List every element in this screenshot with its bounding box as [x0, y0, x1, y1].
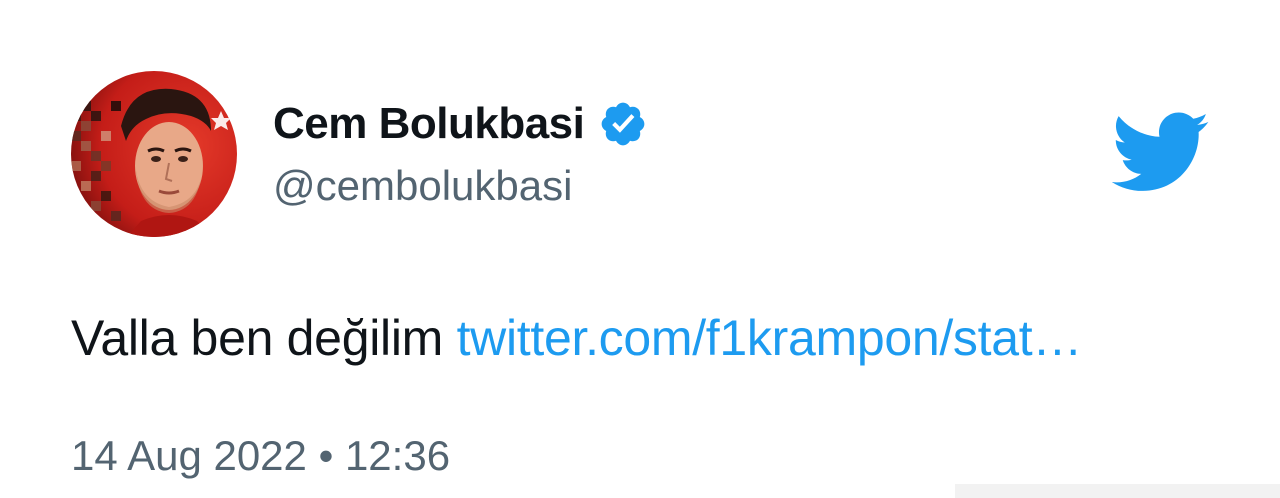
tweet-text: Valla ben değilim twitter.com/f1krampon/…	[71, 308, 1082, 368]
avatar[interactable]	[71, 71, 237, 237]
author-name[interactable]: Cem Bolukbasi	[273, 99, 585, 149]
timestamp[interactable]: 14 Aug 2022 • 12:36	[71, 432, 450, 480]
bottom-divider	[955, 484, 1280, 498]
tweet-body: Valla ben değilim	[71, 310, 443, 366]
tweet-card: Cem Bolukbasi @cembolukbasi Valla ben de…	[0, 0, 1280, 498]
tweet-link[interactable]: twitter.com/f1krampon/stat…	[457, 310, 1083, 366]
verified-badge-icon	[598, 99, 648, 149]
twitter-bird-icon[interactable]	[1111, 112, 1210, 194]
author-handle[interactable]: @cembolukbasi	[273, 162, 572, 210]
author-name-row: Cem Bolukbasi	[273, 98, 648, 150]
